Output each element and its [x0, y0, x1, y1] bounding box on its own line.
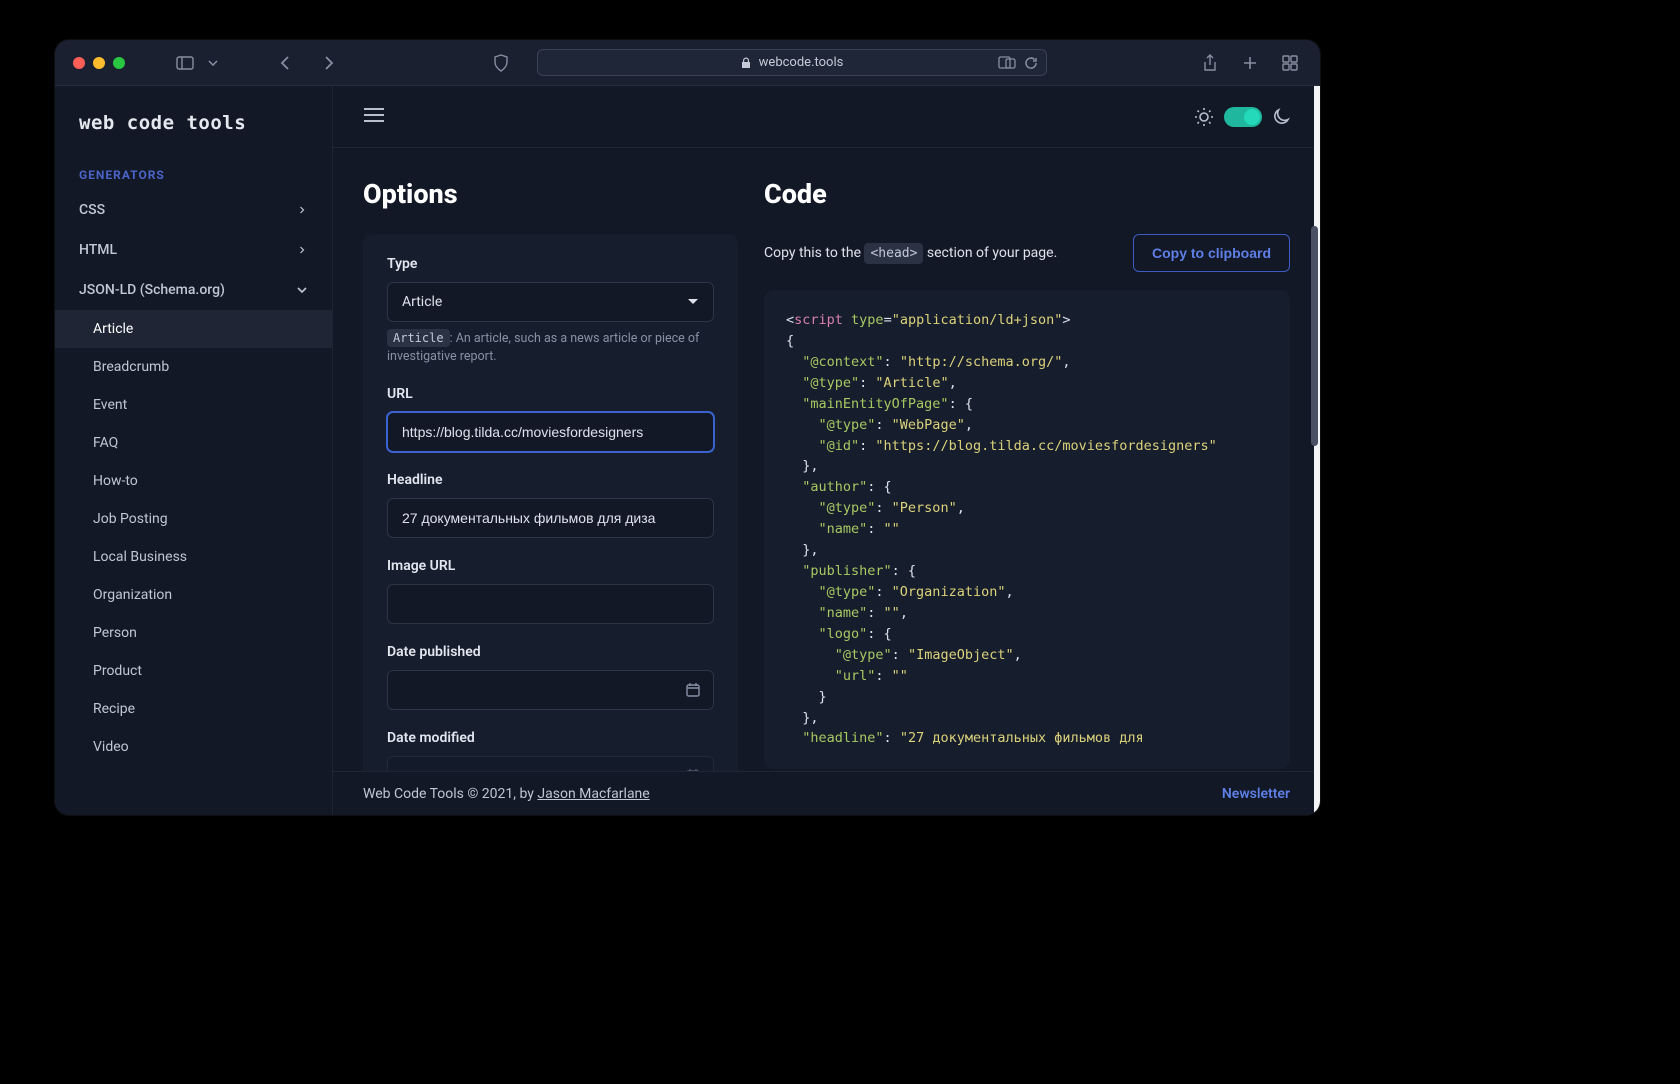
image-url-label: Image URL [387, 558, 714, 574]
sidebar: web code tools GENERATORS CSS HTML JSON-… [55, 86, 333, 815]
sidebar-section-title: GENERATORS [55, 144, 332, 190]
date-modified-label: Date modified [387, 730, 714, 746]
sidebar-subitem-product[interactable]: Product [55, 652, 332, 690]
copy-row: Copy this to the <head> section of your … [764, 234, 1290, 272]
safari-window: webcode.tools web code tools GENERATORS [55, 40, 1320, 815]
image-url-input-field[interactable] [402, 596, 699, 612]
sidebar-subitem-recipe[interactable]: Recipe [55, 690, 332, 728]
topbar [333, 86, 1320, 148]
scrollbar[interactable] [1311, 226, 1318, 446]
content: Options Type Article Article: An article… [333, 148, 1320, 771]
sidebar-subitem-article[interactable]: Article [55, 310, 332, 348]
sidebar-item-jsonld[interactable]: JSON-LD (Schema.org) [55, 270, 332, 310]
app: web code tools GENERATORS CSS HTML JSON-… [55, 86, 1320, 815]
headline-input-field[interactable] [402, 510, 699, 526]
calendar-icon [685, 682, 701, 698]
theme-controls [1194, 107, 1290, 127]
options-column: Options Type Article Article: An article… [333, 148, 738, 771]
sidebar-item-label: JSON-LD (Schema.org) [79, 282, 225, 298]
forward-button[interactable] [317, 51, 341, 75]
chevron-right-icon [296, 244, 308, 256]
reader-icon[interactable] [998, 56, 1016, 69]
type-select[interactable]: Article [387, 282, 714, 322]
copy-instruction: Copy this to the <head> section of your … [764, 245, 1057, 261]
image-url-input[interactable] [387, 584, 714, 624]
date-modified-input-field[interactable] [402, 768, 699, 771]
url-input-field[interactable] [402, 424, 699, 440]
footer-credits: Web Code Tools © 2021, by Jason Macfarla… [363, 786, 650, 802]
sidebar-subitem-organization[interactable]: Organization [55, 576, 332, 614]
date-modified-input[interactable] [387, 756, 714, 771]
code-heading: Code [764, 178, 1290, 210]
chevron-right-icon [296, 204, 308, 216]
code-output[interactable]: <script type="application/ld+json"> { "@… [764, 290, 1290, 769]
date-published-input-field[interactable] [402, 682, 699, 698]
safari-toolbar: webcode.tools [55, 40, 1320, 86]
headline-input[interactable] [387, 498, 714, 538]
sidebar-subitem-jobposting[interactable]: Job Posting [55, 500, 332, 538]
field-date-published: Date published [387, 644, 714, 710]
type-label: Type [387, 256, 714, 272]
sidebar-item-html[interactable]: HTML [55, 230, 332, 270]
sidebar-toggle-icon[interactable] [173, 51, 197, 75]
sidebar-item-label: HTML [79, 242, 117, 258]
newsletter-link[interactable]: Newsletter [1222, 786, 1290, 802]
back-button[interactable] [273, 51, 297, 75]
footer-author-link[interactable]: Jason Macfarlane [537, 786, 649, 802]
type-help-code: Article [387, 329, 450, 347]
traffic-lights [73, 57, 125, 69]
headline-label: Headline [387, 472, 714, 488]
date-published-input[interactable] [387, 670, 714, 710]
type-help: Article: An article, such as a news arti… [387, 330, 714, 366]
tabs-overview-icon[interactable] [1278, 51, 1302, 75]
minimize-window-button[interactable] [93, 57, 105, 69]
moon-icon [1272, 108, 1290, 126]
options-panel: Type Article Article: An article, such a… [363, 234, 738, 771]
theme-toggle[interactable] [1224, 107, 1262, 127]
type-value: Article [402, 294, 442, 310]
new-tab-icon[interactable] [1238, 51, 1262, 75]
hamburger-icon[interactable] [363, 107, 385, 127]
code-column: Code Copy this to the <head> section of … [738, 148, 1320, 771]
options-heading: Options [363, 178, 738, 210]
url-input[interactable] [387, 412, 714, 452]
date-published-label: Date published [387, 644, 714, 660]
field-headline: Headline [387, 472, 714, 538]
sidebar-subitem-faq[interactable]: FAQ [55, 424, 332, 462]
sidebar-subitem-person[interactable]: Person [55, 614, 332, 652]
copy-clipboard-button[interactable]: Copy to clipboard [1133, 234, 1290, 272]
chevron-down-icon [687, 298, 699, 306]
sidebar-item-label: CSS [79, 202, 105, 218]
chevron-down-icon [296, 284, 308, 296]
footer: Web Code Tools © 2021, by Jason Macfarla… [333, 771, 1320, 815]
chevron-down-icon[interactable] [201, 51, 225, 75]
url-label: URL [387, 386, 714, 402]
field-url: URL [387, 386, 714, 452]
lock-icon [741, 57, 751, 69]
sidebar-subitem-howto[interactable]: How-to [55, 462, 332, 500]
main: Options Type Article Article: An article… [333, 86, 1320, 815]
field-date-modified: Date modified [387, 730, 714, 771]
url-text: webcode.tools [759, 55, 844, 70]
sun-icon [1194, 107, 1214, 127]
close-window-button[interactable] [73, 57, 85, 69]
reload-icon[interactable] [1024, 56, 1038, 70]
field-image-url: Image URL [387, 558, 714, 624]
calendar-icon [685, 768, 701, 771]
sidebar-subitem-localbusiness[interactable]: Local Business [55, 538, 332, 576]
shield-icon[interactable] [489, 51, 513, 75]
sidebar-item-css[interactable]: CSS [55, 190, 332, 230]
share-icon[interactable] [1198, 51, 1222, 75]
url-bar[interactable]: webcode.tools [537, 49, 1047, 76]
logo[interactable]: web code tools [55, 86, 332, 144]
maximize-window-button[interactable] [113, 57, 125, 69]
sidebar-subitem-video[interactable]: Video [55, 728, 332, 766]
field-type: Type Article Article: An article, such a… [387, 256, 714, 366]
sidebar-subitem-event[interactable]: Event [55, 386, 332, 424]
sidebar-subitem-breadcrumb[interactable]: Breadcrumb [55, 348, 332, 386]
